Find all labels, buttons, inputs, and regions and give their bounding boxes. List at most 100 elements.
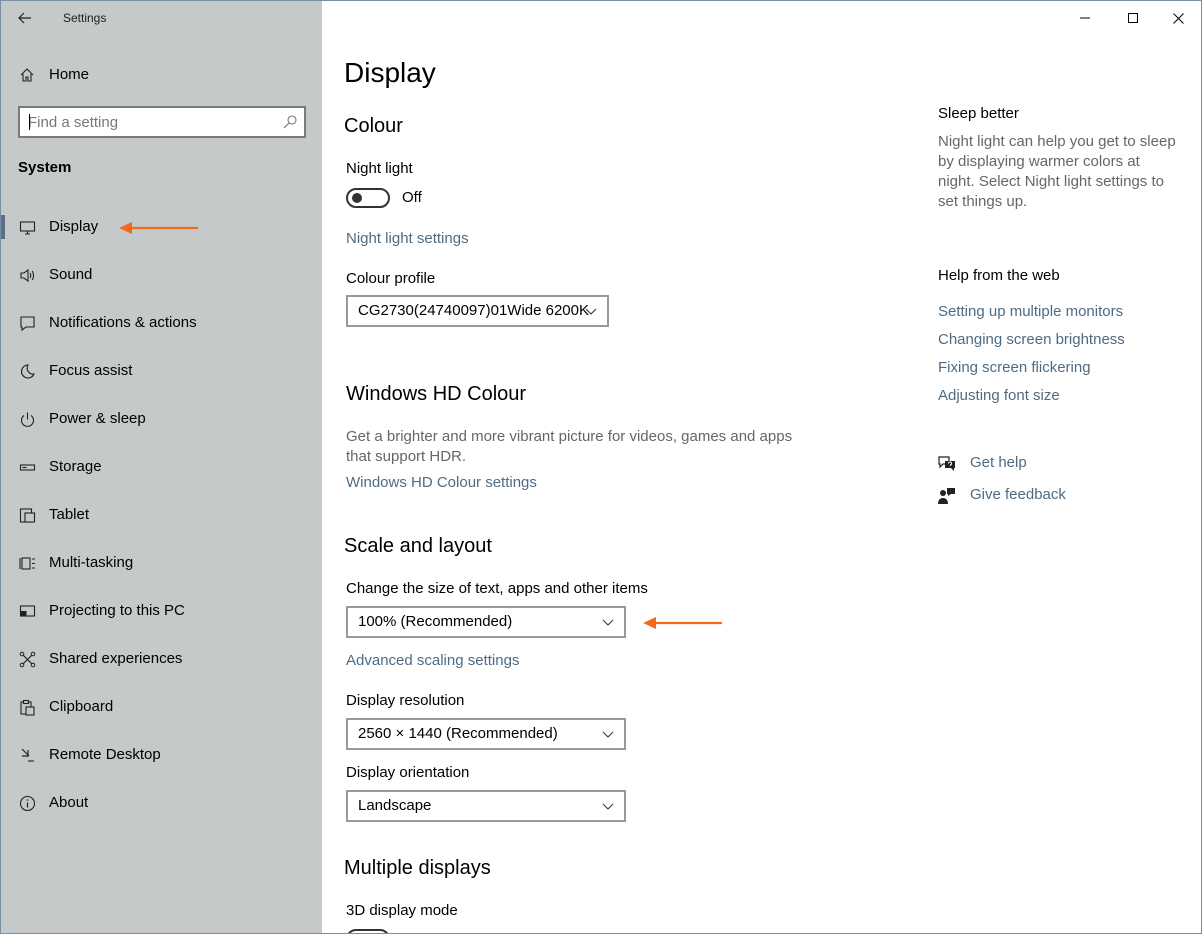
section-heading-scale-layout: Scale and layout	[344, 535, 492, 557]
sidebar-item-tablet[interactable]: Tablet	[1, 495, 322, 535]
help-link-multiple-monitors[interactable]: Setting up multiple monitors	[938, 303, 1123, 320]
remote-desktop-icon	[21, 748, 34, 762]
section-header-system: System	[18, 159, 72, 176]
colour-profile-label: Colour profile	[346, 270, 436, 287]
sidebar-item-label: Display	[49, 218, 99, 235]
shared-experiences-icon	[19, 651, 36, 668]
chevron-down-icon	[602, 803, 614, 810]
sidebar-item-clipboard[interactable]: Clipboard	[1, 687, 322, 727]
minimize-button[interactable]	[1062, 1, 1107, 35]
sleep-better-heading: Sleep better	[938, 105, 1019, 122]
search-icon[interactable]	[282, 114, 298, 130]
sidebar-item-remote-desktop[interactable]: Remote Desktop	[1, 735, 322, 775]
feedback-icon	[938, 488, 955, 504]
orientation-label: Display orientation	[346, 764, 470, 781]
give-feedback-link[interactable]: Give feedback	[938, 485, 1138, 507]
hd-colour-description: Get a brighter and more vibrant picture …	[346, 428, 793, 465]
toggle-knob	[352, 193, 362, 203]
app-title: Settings	[63, 11, 107, 25]
text-caret	[29, 114, 30, 130]
maximize-icon	[1127, 13, 1138, 23]
dropdown-value: 2560 × 1440 (Recommended)	[358, 725, 558, 742]
night-light-settings-link[interactable]: Night light settings	[346, 230, 469, 247]
sidebar-item-sound[interactable]: Sound	[1, 255, 322, 295]
close-button[interactable]	[1156, 1, 1201, 35]
sidebar-item-projecting[interactable]: Projecting to this PC	[1, 591, 322, 631]
help-link-font-size[interactable]: Adjusting font size	[938, 387, 1060, 404]
night-light-toggle[interactable]	[346, 188, 390, 208]
power-icon	[20, 412, 35, 427]
chat-help-icon	[938, 456, 955, 471]
3d-display-mode-toggle[interactable]	[346, 929, 390, 933]
sidebar: Settings Home System Display Sound Notif…	[1, 1, 322, 933]
scale-size-label: Change the size of text, apps and other …	[346, 580, 648, 597]
sidebar-item-storage[interactable]: Storage	[1, 447, 322, 487]
annotation-arrow-display	[119, 222, 198, 234]
speaker-icon	[20, 268, 35, 283]
sidebar-item-label: Home	[49, 66, 90, 83]
advanced-scaling-link[interactable]: Advanced scaling settings	[346, 652, 519, 669]
night-light-label: Night light	[346, 160, 413, 177]
annotation-arrow-scale	[643, 617, 722, 629]
chevron-down-icon	[585, 308, 597, 315]
multitasking-icon	[19, 557, 35, 570]
monitor-icon	[19, 221, 36, 235]
sidebar-item-notifications[interactable]: Notifications & actions	[1, 303, 322, 343]
search-input[interactable]	[28, 112, 278, 132]
dropdown-value: CG2730(24740097)01Wide 6200K	[358, 302, 589, 319]
sidebar-item-label: About	[49, 794, 89, 811]
sidebar-item-about[interactable]: About	[1, 783, 322, 823]
help-link-screen-flickering[interactable]: Fixing screen flickering	[938, 359, 1091, 376]
sidebar-item-label: Sound	[49, 266, 93, 283]
home-icon	[20, 68, 34, 82]
sidebar-item-shared-experiences[interactable]: Shared experiences	[1, 639, 322, 679]
page-title: Display	[344, 57, 436, 88]
chevron-down-icon	[602, 619, 614, 626]
main-content: Display Colour Night light Off Night lig…	[322, 1, 1201, 933]
sidebar-item-label: Remote Desktop	[49, 746, 161, 763]
give-feedback-label: Give feedback	[970, 486, 1066, 503]
close-icon	[1173, 12, 1184, 24]
get-help-link[interactable]: Get help	[938, 453, 1138, 475]
back-button[interactable]	[13, 6, 37, 30]
sidebar-item-label: Focus assist	[49, 362, 133, 379]
storage-icon	[19, 464, 36, 471]
info-icon	[19, 795, 36, 812]
orientation-dropdown[interactable]: Landscape	[346, 790, 626, 822]
settings-window: Settings Home System Display Sound Notif…	[0, 0, 1202, 934]
moon-icon	[20, 364, 35, 379]
night-light-state: Off	[402, 189, 422, 206]
colour-profile-dropdown[interactable]: CG2730(24740097)01Wide 6200K	[346, 295, 609, 327]
projecting-icon	[19, 605, 36, 617]
hd-colour-settings-link[interactable]: Windows HD Colour settings	[346, 474, 537, 491]
sidebar-item-label: Storage	[49, 458, 102, 475]
maximize-button[interactable]	[1110, 1, 1155, 35]
section-heading-hd-colour: Windows HD Colour	[346, 383, 527, 405]
get-help-label: Get help	[970, 454, 1027, 471]
sidebar-item-multitasking[interactable]: Multi-tasking	[1, 543, 322, 583]
tablet-icon	[19, 508, 36, 523]
resolution-label: Display resolution	[346, 692, 465, 709]
help-link-screen-brightness[interactable]: Changing screen brightness	[938, 331, 1125, 348]
dropdown-value: Landscape	[358, 797, 432, 814]
sidebar-item-label: Multi-tasking	[49, 554, 134, 571]
3d-display-mode-label: 3D display mode	[346, 902, 458, 919]
sidebar-item-label: Notifications & actions	[49, 314, 197, 331]
sleep-better-text: Night light can help you get to sleep by…	[938, 133, 1176, 210]
back-arrow-icon	[18, 12, 31, 24]
sidebar-item-label: Clipboard	[49, 698, 114, 715]
sidebar-item-home[interactable]: Home	[1, 57, 322, 93]
sidebar-item-label: Shared experiences	[49, 650, 183, 667]
notification-icon	[20, 316, 35, 332]
clipboard-icon	[20, 699, 35, 716]
minimize-icon	[1079, 17, 1090, 19]
scale-dropdown[interactable]: 100% (Recommended)	[346, 606, 626, 638]
sidebar-item-power-sleep[interactable]: Power & sleep	[1, 399, 322, 439]
help-web-heading: Help from the web	[938, 267, 1060, 284]
chevron-down-icon	[602, 731, 614, 738]
section-heading-colour: Colour	[344, 115, 403, 137]
resolution-dropdown[interactable]: 2560 × 1440 (Recommended)	[346, 718, 626, 750]
search-box[interactable]	[18, 106, 306, 138]
sidebar-item-focus-assist[interactable]: Focus assist	[1, 351, 322, 391]
dropdown-value: 100% (Recommended)	[358, 613, 513, 630]
